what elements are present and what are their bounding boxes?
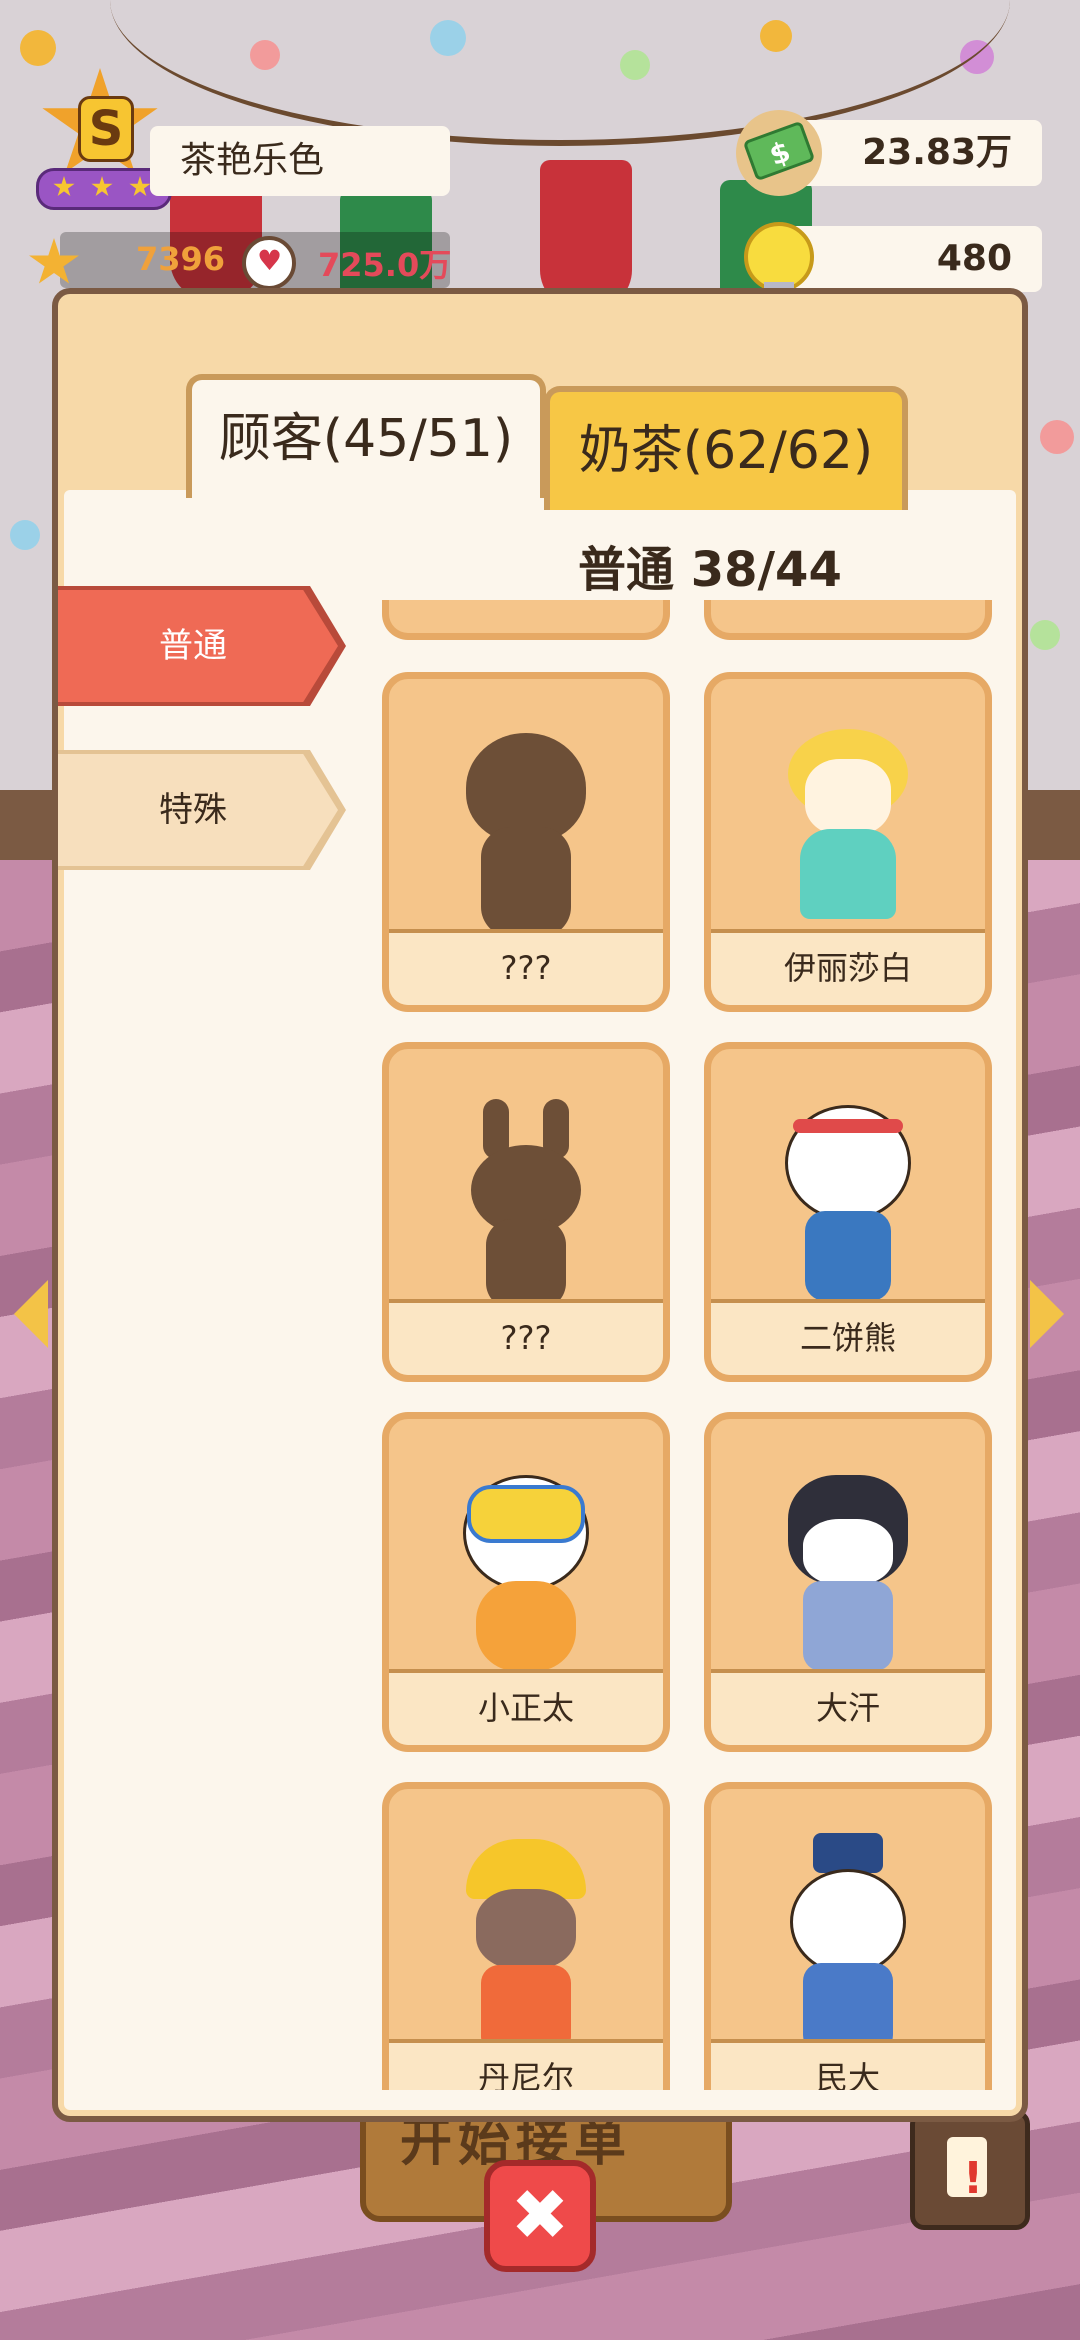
money-icon: $ bbox=[736, 110, 822, 196]
customer-card[interactable]: 二饼熊 bbox=[704, 1042, 992, 1382]
left-arrow-icon bbox=[14, 1280, 48, 1348]
category-normal[interactable]: 普通 bbox=[58, 590, 338, 702]
section-title: 普通 38/44 bbox=[578, 542, 842, 598]
customer-portrait bbox=[813, 1833, 883, 1873]
category-special[interactable]: 特殊 bbox=[58, 754, 338, 866]
ideas-display[interactable]: 480 bbox=[780, 226, 1042, 292]
wall-dot bbox=[1040, 420, 1074, 454]
ribbon-star-icon bbox=[91, 176, 113, 197]
notice-board-button: ! bbox=[910, 2110, 1030, 2230]
customer-card-partial[interactable] bbox=[382, 600, 670, 640]
ribbon-star-icon bbox=[53, 176, 75, 197]
customer-name: 伊丽莎白 bbox=[711, 929, 985, 1005]
customer-card[interactable]: 民大 bbox=[704, 1782, 992, 2090]
heart-icon bbox=[242, 236, 296, 290]
tab-milk-tea[interactable]: 奶茶(62/62) bbox=[544, 386, 908, 510]
customer-card[interactable]: ??? bbox=[382, 1042, 670, 1382]
ribbon-star-icon bbox=[129, 176, 151, 197]
wall-dot bbox=[20, 30, 56, 66]
customer-card[interactable]: 伊丽莎白 bbox=[704, 672, 992, 1012]
customer-card-partial[interactable] bbox=[704, 600, 992, 640]
customer-grid: ??? 伊丽莎白 ??? 二饼熊 小正太 大汗 丹尼尔 民大 bbox=[382, 600, 1002, 2090]
customer-name: 民大 bbox=[711, 2039, 985, 2090]
customer-name: ??? bbox=[389, 929, 663, 1005]
shop-name: 茶艳乐色 bbox=[150, 126, 450, 196]
customer-card[interactable]: 丹尼尔 bbox=[382, 1782, 670, 2090]
customer-card[interactable]: 大汗 bbox=[704, 1412, 992, 1752]
customer-name: 大汗 bbox=[711, 1669, 985, 1745]
fans-count: 725.0万 bbox=[318, 246, 452, 284]
star-count: 7396 bbox=[136, 240, 226, 278]
customer-name: 小正太 bbox=[389, 1669, 663, 1745]
rank-letter: S bbox=[78, 96, 134, 162]
wall-dot bbox=[1030, 620, 1060, 650]
customer-name: 丹尼尔 bbox=[389, 2039, 663, 2090]
wall-dot bbox=[10, 520, 40, 550]
close-button[interactable]: ✖ bbox=[484, 2160, 596, 2272]
customer-card[interactable]: ??? bbox=[382, 672, 670, 1012]
customer-name: 二饼熊 bbox=[711, 1299, 985, 1375]
shop-rank-badge: S bbox=[30, 68, 172, 210]
tab-customers[interactable]: 顾客(45/51) bbox=[186, 374, 546, 498]
bulb-icon bbox=[744, 222, 814, 302]
customer-name: ??? bbox=[389, 1299, 663, 1375]
right-arrow-icon bbox=[1030, 1280, 1064, 1348]
close-icon: ✖ bbox=[510, 2174, 570, 2256]
customer-card[interactable]: 小正太 bbox=[382, 1412, 670, 1752]
